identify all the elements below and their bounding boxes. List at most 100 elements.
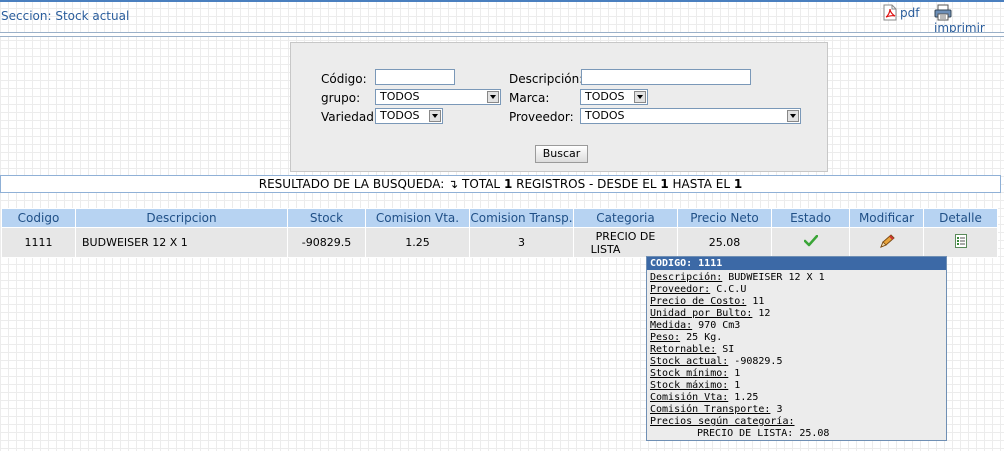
- tooltip-field: Unidad por Bulto: 12: [647, 308, 946, 320]
- chevron-down-icon: [487, 91, 499, 103]
- tooltip-field: Stock actual: -90829.5: [647, 356, 946, 368]
- tooltip-field-key: Peso:: [650, 332, 681, 343]
- variedad-select[interactable]: TODOS: [375, 108, 443, 124]
- list-icon[interactable]: [954, 234, 967, 251]
- tooltip-field-key: Proveedor:: [650, 284, 711, 295]
- cell-precio-neto: 25.08: [677, 227, 772, 258]
- tooltip-field-key: Descripción:: [650, 272, 723, 283]
- marca-label: Marca:: [509, 91, 550, 105]
- col-header-categoria[interactable]: Categoria: [573, 208, 678, 228]
- tooltip-field-value: 970 Cm3: [692, 320, 741, 331]
- categoria-line2: LISTA: [590, 242, 621, 256]
- tooltip-field-key: Stock mínimo:: [650, 368, 729, 379]
- tooltip-field: Precio de Costo: 11: [647, 296, 946, 308]
- printer-icon: [934, 4, 952, 21]
- tooltip-field-value: 1: [728, 368, 741, 379]
- chevron-down-icon: [634, 91, 646, 103]
- marca-select[interactable]: TODOS: [580, 89, 648, 105]
- tooltip-field-value: 12: [752, 308, 771, 319]
- tooltip-field-value: 1: [728, 380, 741, 391]
- tooltip-field-key: Stock máximo:: [650, 380, 729, 391]
- col-header-comision-vta[interactable]: Comision Vta.: [365, 208, 470, 228]
- tooltip-field-key: Comisión Vta:: [650, 392, 729, 403]
- tooltip-field: Stock máximo: 1: [647, 380, 946, 392]
- pdf-icon: [883, 4, 897, 21]
- pdf-link[interactable]: pdf: [883, 4, 919, 21]
- col-header-descripcion[interactable]: Descripcion: [75, 208, 288, 228]
- tooltip-field-key: Unidad por Bulto:: [650, 308, 753, 319]
- result-hasta-text: HASTA EL: [668, 177, 734, 191]
- buscar-button[interactable]: Buscar: [535, 145, 588, 163]
- proveedor-label: Proveedor:: [509, 110, 574, 124]
- col-header-comision-transp[interactable]: Comision Transp.: [469, 208, 574, 228]
- marca-select-value: TODOS: [585, 90, 625, 103]
- tooltip-field-key: Precios según categoría:: [650, 416, 795, 427]
- tooltip-field: Precios según categoría:: [647, 416, 946, 428]
- grupo-select-value: TODOS: [380, 90, 420, 103]
- tooltip-field-value: SI: [716, 344, 735, 355]
- check-icon[interactable]: [803, 234, 818, 250]
- col-header-modificar: Modificar: [849, 208, 924, 228]
- tooltip-field-value: 11: [746, 296, 765, 307]
- cell-modificar: [849, 227, 924, 258]
- cell-descripcion: BUDWEISER 12 X 1: [75, 227, 288, 258]
- top-border: [0, 0, 1004, 2]
- codigo-label: Código:: [321, 72, 367, 86]
- tooltip-title: CODIGO: 1111: [647, 257, 946, 270]
- pencil-icon[interactable]: [879, 234, 895, 251]
- tooltip-field-value: -90829.5: [728, 356, 783, 367]
- descripcion-input[interactable]: [581, 69, 751, 85]
- variedad-select-value: TODOS: [380, 109, 420, 122]
- tooltip-field-value: BUDWEISER 12 X 1: [722, 272, 825, 283]
- tooltip-field: Comisión Transporte: 3: [647, 404, 946, 416]
- tooltip-field-value: 25 Kg.: [680, 332, 723, 343]
- cell-estado: [771, 227, 850, 258]
- col-header-codigo[interactable]: Codigo: [1, 208, 76, 228]
- categoria-line1: PRECIO DE: [595, 229, 656, 243]
- tooltip-field: Comisión Vta: 1.25: [647, 392, 946, 404]
- detail-tooltip: CODIGO: 1111 Descripción: BUDWEISER 12 X…: [646, 256, 947, 441]
- page-title: Seccion: Stock actual: [1, 9, 130, 23]
- cell-detalle: [923, 227, 998, 258]
- cell-codigo: 1111: [1, 227, 76, 258]
- tooltip-field-value: C.C.U: [710, 284, 747, 295]
- stock-table: Codigo Descripcion Stock Comision Vta. C…: [1, 208, 998, 258]
- pdf-label: pdf: [900, 6, 920, 20]
- tooltip-field-value: 3: [770, 404, 783, 415]
- result-prefix: RESULTADO DE LA BUSQUEDA:: [258, 177, 449, 191]
- tooltip-field: Medida: 970 Cm3: [647, 320, 946, 332]
- table-row: 1111 BUDWEISER 12 X 1 -90829.5 1.25 3 PR…: [1, 227, 998, 258]
- chevron-down-icon: [787, 110, 799, 122]
- col-header-stock[interactable]: Stock: [287, 208, 366, 228]
- tooltip-field: Stock mínimo: 1: [647, 368, 946, 380]
- tooltip-field: Retornable: SI: [647, 344, 946, 356]
- grupo-label: grupo:: [321, 91, 361, 105]
- table-header-row: Codigo Descripcion Stock Comision Vta. C…: [1, 208, 998, 228]
- descripcion-label: Descripción:: [509, 72, 584, 86]
- col-header-estado: Estado: [771, 208, 850, 228]
- cell-comision-vta: 1.25: [365, 227, 470, 258]
- tooltip-field-key: Medida:: [650, 320, 693, 331]
- result-total-text: TOTAL: [458, 177, 504, 191]
- header-separator: [0, 32, 1004, 37]
- chevron-down-icon: [429, 110, 441, 122]
- grupo-select[interactable]: TODOS: [375, 89, 501, 105]
- result-summary: RESULTADO DE LA BUSQUEDA: ↴ TOTAL 1 REGI…: [0, 175, 1001, 193]
- proveedor-select[interactable]: TODOS: [580, 108, 801, 124]
- result-arrow-icon: ↴: [448, 177, 459, 191]
- tooltip-field: Proveedor: C.C.U: [647, 284, 946, 296]
- print-link[interactable]: imprimir: [934, 4, 1004, 35]
- result-to: 1: [733, 177, 743, 191]
- tooltip-field-key: Precio de Costo:: [650, 296, 747, 307]
- cell-stock: -90829.5: [287, 227, 366, 258]
- cell-comision-transp: 3: [469, 227, 574, 258]
- variedad-label: Variedad:: [321, 110, 378, 124]
- tooltip-field: Descripción: BUDWEISER 12 X 1: [647, 272, 946, 284]
- col-header-precio-neto[interactable]: Precio Neto: [677, 208, 772, 228]
- tooltip-field: Peso: 25 Kg.: [647, 332, 946, 344]
- result-from: 1: [660, 177, 669, 191]
- codigo-input[interactable]: [375, 69, 455, 85]
- col-header-detalle: Detalle: [923, 208, 998, 228]
- tooltip-price-line: PRECIO DE LISTA: 25.08: [697, 428, 830, 439]
- cell-categoria: PRECIO DE LISTA: [573, 227, 678, 258]
